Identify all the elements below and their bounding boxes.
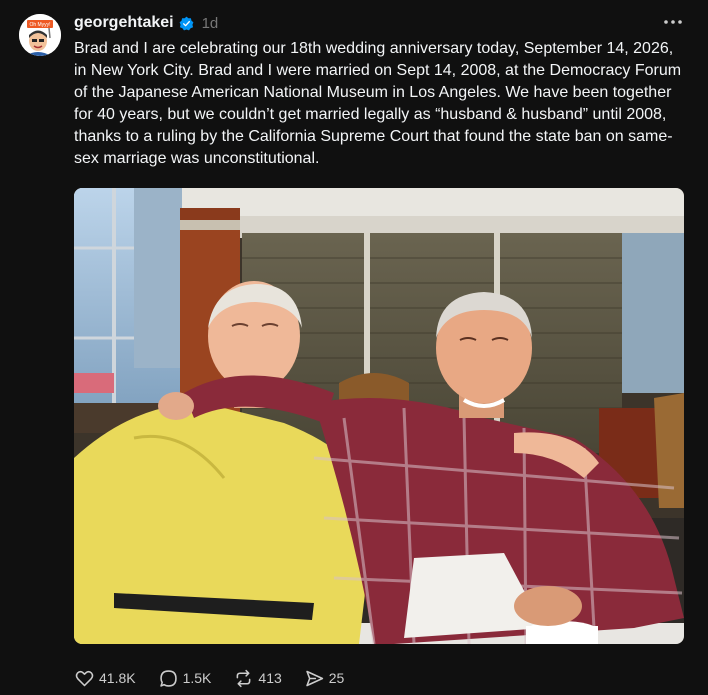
avatar-illustration: Oh Myyy! — [19, 14, 61, 56]
comment-button[interactable]: 1.5K — [158, 668, 212, 689]
post-caption: Brad and I are celebrating our 18th wedd… — [74, 40, 682, 167]
action-bar: 41.8K 1.5K 413 25 — [74, 666, 366, 690]
more-options-icon[interactable] — [662, 12, 684, 32]
repost-count: 413 — [258, 670, 282, 686]
repost-icon — [236, 669, 251, 687]
share-count: 25 — [328, 670, 345, 686]
avatar[interactable]: Oh Myyy! — [19, 14, 61, 56]
post-header: georgehtakei 1d — [74, 12, 218, 34]
repost-button[interactable]: 413 — [233, 668, 282, 689]
share-icon — [306, 670, 323, 686]
like-count: 41.8K — [99, 670, 136, 686]
post-photo[interactable] — [74, 188, 684, 644]
comment-icon — [159, 669, 177, 687]
avatar-sign-text: Oh Myyy! — [29, 22, 50, 28]
thread-post: Oh Myyy! georgehtakei 1d Brad and I are … — [0, 0, 708, 695]
share-button[interactable]: 25 — [304, 668, 345, 689]
comment-count: 1.5K — [182, 670, 212, 686]
like-button[interactable]: 41.8K — [74, 668, 136, 689]
heart-icon — [75, 670, 94, 686]
post-timestamp: 1d — [201, 14, 219, 32]
username[interactable]: georgehtakei — [74, 14, 174, 32]
couple-photo-illustration — [74, 188, 684, 644]
verified-badge-icon — [179, 16, 194, 31]
